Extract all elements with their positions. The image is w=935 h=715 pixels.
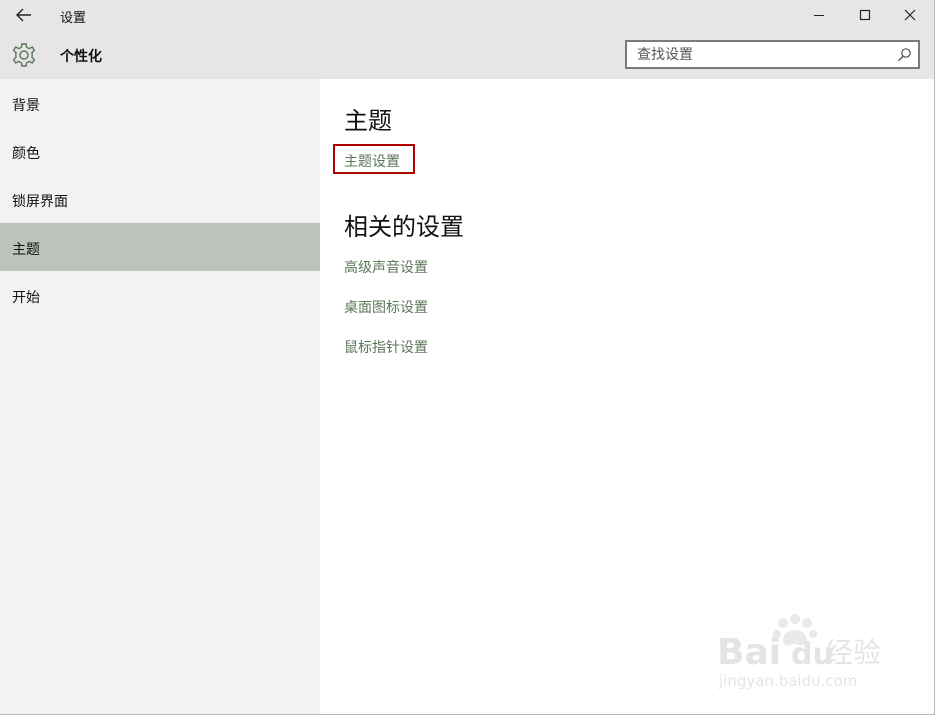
sidebar-item-label: 背景 [12,98,40,114]
page-title: 个性化 [60,49,102,65]
sidebar-item-themes[interactable]: 主题 [0,223,320,271]
title-bar: 设置 [0,0,934,30]
close-button[interactable] [887,0,933,30]
search-icon[interactable] [897,47,912,62]
mouse-pointer-settings-link[interactable]: 鼠标指针设置 [344,337,428,357]
gear-icon [12,43,36,67]
sidebar-item-label: 开始 [12,290,40,306]
sidebar-item-label: 锁屏界面 [12,194,68,210]
window-header: 设置 个性化 查找设置 [0,0,934,79]
desktop-icon-settings-link[interactable]: 桌面图标设置 [344,297,428,317]
maximize-button[interactable] [842,0,888,30]
sidebar-item-lock-screen[interactable]: 锁屏界面 [0,175,320,223]
close-icon [904,9,916,21]
back-button[interactable] [12,4,36,26]
advanced-sound-settings-link[interactable]: 高级声音设置 [344,257,428,277]
sidebar-item-colors[interactable]: 颜色 [0,127,320,175]
maximize-icon [859,9,871,21]
section-title-related-settings: 相关的设置 [344,213,464,241]
sidebar-item-start[interactable]: 开始 [0,271,320,319]
sidebar-item-label: 颜色 [12,146,40,162]
main-content: 主题 主题设置 相关的设置 高级声音设置 桌面图标设置 鼠标指针设置 [320,79,934,714]
back-arrow-icon [16,8,31,22]
minimize-button[interactable] [796,0,842,30]
page-header: 个性化 [0,30,934,79]
section-title-themes: 主题 [344,107,392,135]
settings-window: 设置 个性化 查找设置 背景 颜色 锁屏界面 主题 开始 主题 主题设置 相关的… [0,0,935,715]
sidebar-item-label: 主题 [12,242,40,258]
sidebar-item-background[interactable]: 背景 [0,79,320,127]
window-title: 设置 [60,11,87,26]
sidebar: 背景 颜色 锁屏界面 主题 开始 [0,79,320,714]
search-box [625,40,920,69]
theme-settings-link[interactable]: 主题设置 [344,151,400,171]
search-input[interactable] [627,42,887,67]
minimize-icon [814,15,824,16]
